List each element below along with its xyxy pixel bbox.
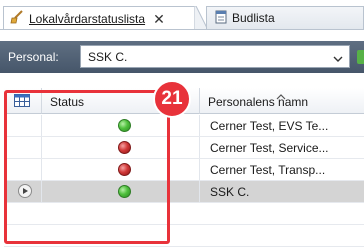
- tab-strip: Lokalvårdarstatuslista ✕ Budlista: [0, 0, 364, 30]
- tab-budlista[interactable]: Budlista: [206, 6, 364, 30]
- tab-label: Budlista: [232, 11, 275, 25]
- column-header-name-label: Personalens namn: [208, 95, 309, 109]
- chevron-down-icon[interactable]: [333, 52, 343, 66]
- personal-filter-bar: Personal: SSK C.: [0, 41, 364, 73]
- personal-label: Personal:: [8, 50, 59, 64]
- personal-dropdown[interactable]: SSK C.: [80, 45, 350, 68]
- broom-icon: [10, 10, 24, 27]
- tab-underline: [0, 29, 364, 30]
- personal-dropdown-value: SSK C.: [88, 50, 128, 64]
- staff-name-cell: Cerner Test, Service...: [210, 141, 329, 155]
- tab-label: Lokalvårdarstatuslista: [29, 11, 146, 26]
- document-icon: [215, 10, 227, 27]
- staff-name-cell: Cerner Test, EVS Te...: [210, 119, 329, 133]
- column-header-name[interactable]: Personalens namn: [200, 88, 364, 114]
- close-icon[interactable]: ✕: [153, 12, 165, 26]
- status-column-highlight: [4, 90, 170, 244]
- callout-badge: 21: [153, 80, 191, 118]
- staff-name-cell: Cerner Test, Transp...: [210, 163, 326, 177]
- staff-name-cell: SSK C.: [210, 185, 250, 199]
- refresh-button-edge[interactable]: [357, 50, 364, 64]
- tab-lokalvardarstatuslista[interactable]: Lokalvårdarstatuslista ✕: [3, 6, 195, 30]
